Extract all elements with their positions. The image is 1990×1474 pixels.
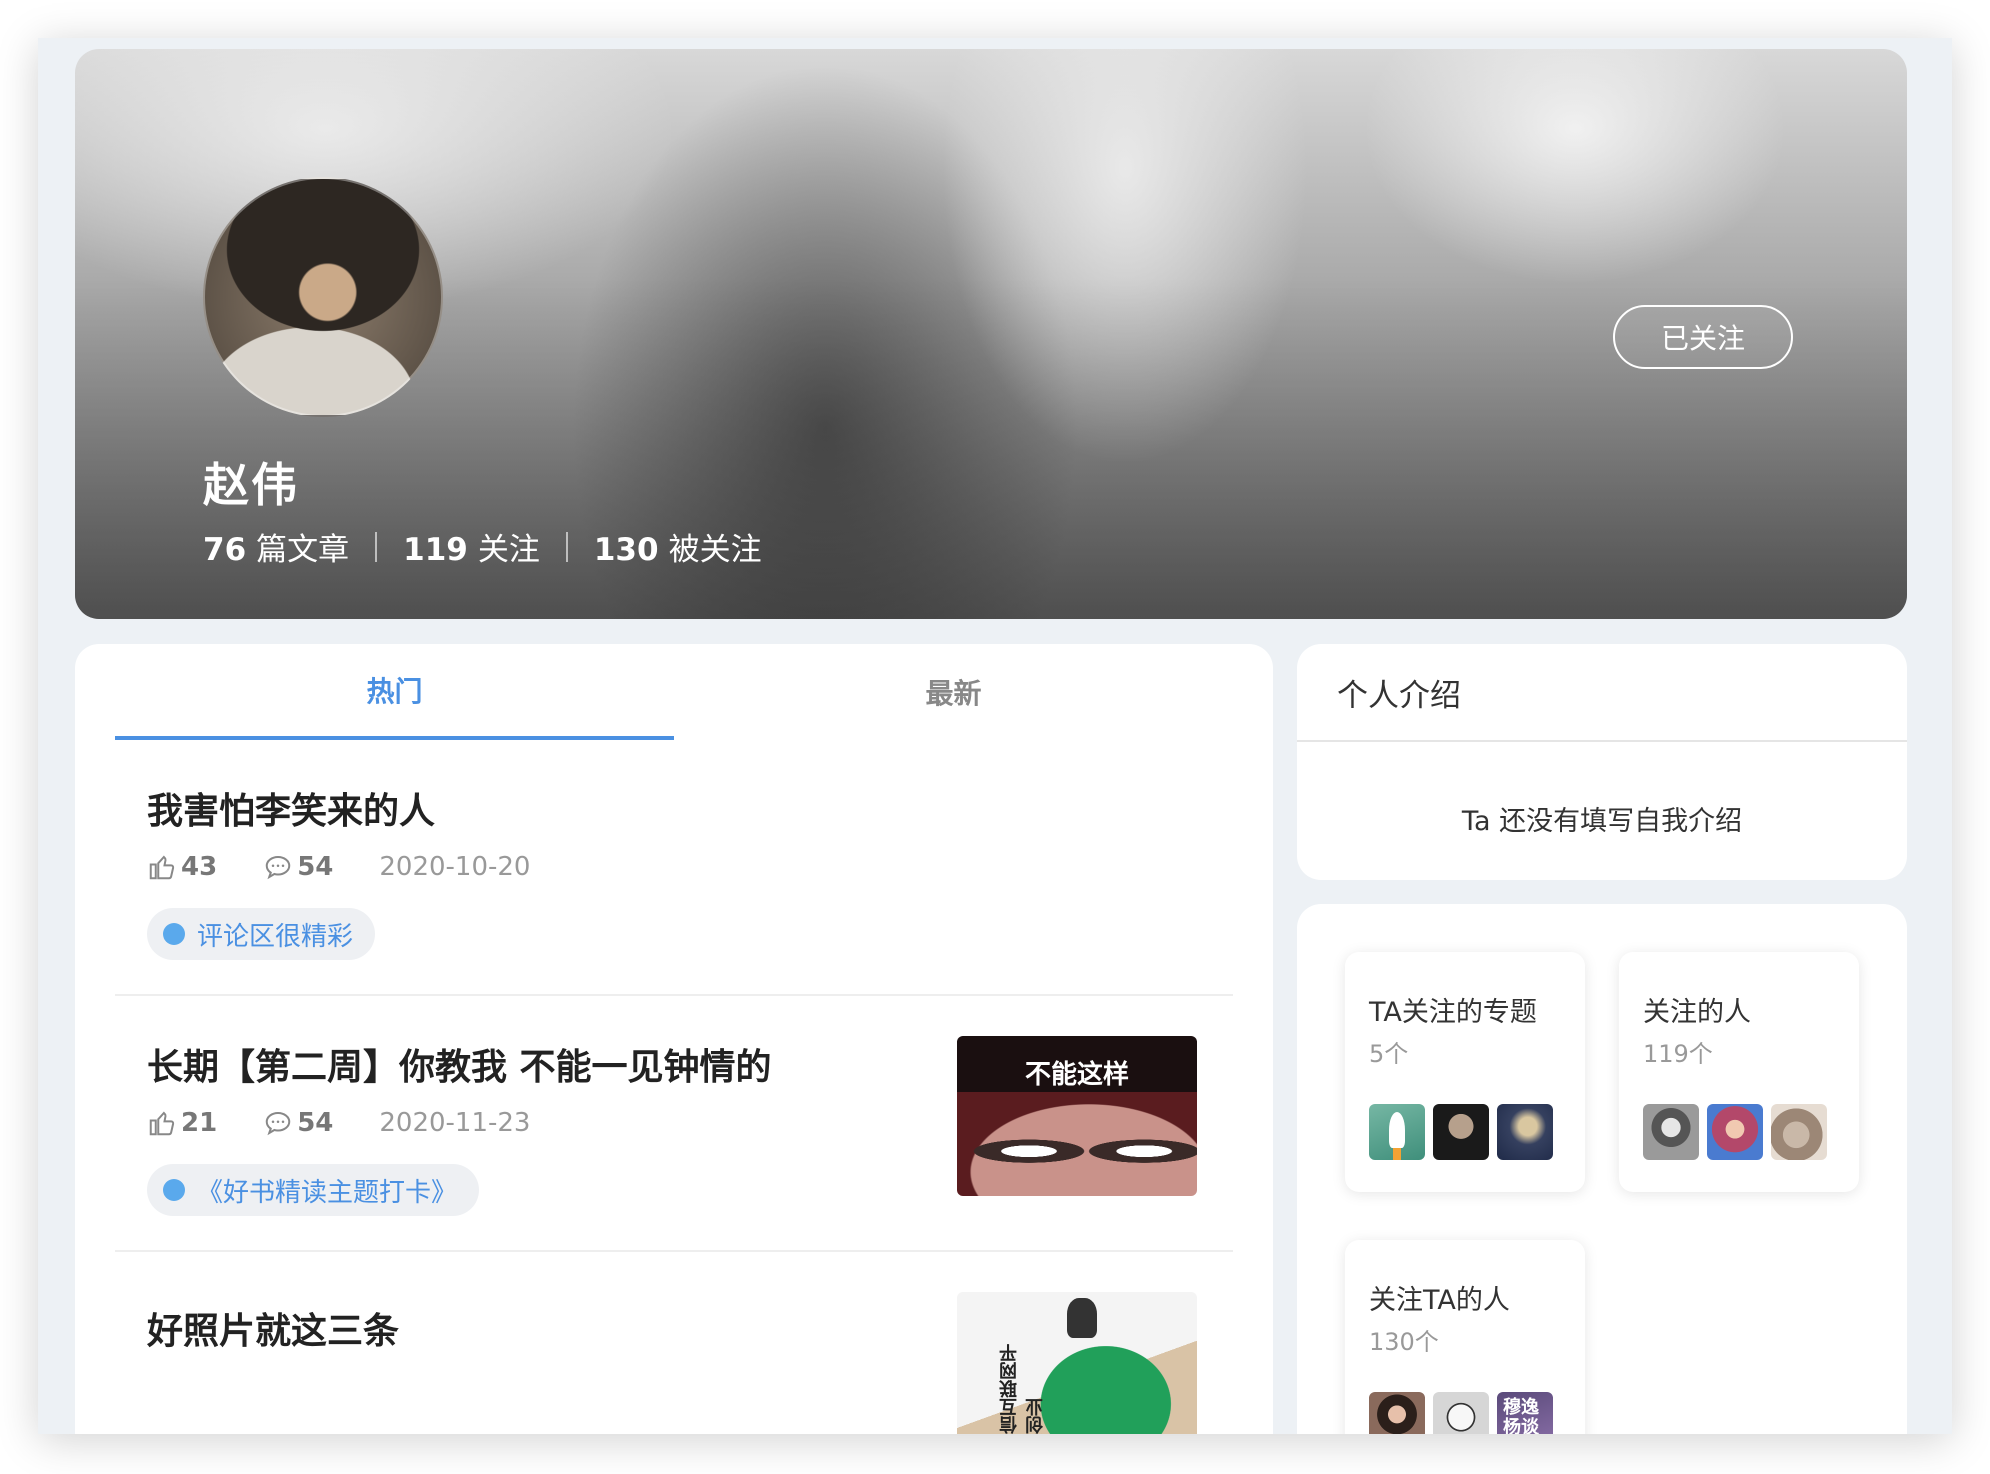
thumbs-up-icon[interactable]: [147, 852, 177, 882]
stat-following-label: 关注: [477, 532, 540, 568]
followed-button[interactable]: 已关注: [1613, 305, 1793, 369]
thumbs-up-icon[interactable]: [147, 1108, 177, 1138]
stat-followers-label: 被关注: [668, 532, 762, 568]
article-item[interactable]: 好照片就这三条 微信互联网平民创业: [115, 1252, 1233, 1434]
topic-rocket-icon[interactable]: [1369, 1104, 1425, 1160]
profile-banner: 赵伟 76 篇文章 119 关注 130 被关注 已关注: [75, 49, 1907, 619]
comment-count: 54: [297, 1108, 334, 1138]
card-title: TA关注的专题: [1369, 997, 1537, 1028]
user-avatar[interactable]: [1643, 1104, 1699, 1160]
article-thumbnail[interactable]: 微信互联网平民创业: [957, 1292, 1197, 1434]
stat-following[interactable]: 119 关注: [403, 524, 540, 569]
user-avatar[interactable]: [1771, 1104, 1827, 1160]
stat-followers[interactable]: 130 被关注: [594, 524, 762, 569]
comment-icon[interactable]: [263, 852, 293, 882]
thumbnail-caption: 微信互联网平民创业: [999, 1344, 1046, 1434]
followed-topics-card[interactable]: TA关注的专题 5个: [1345, 952, 1585, 1192]
following-card[interactable]: 关注的人 119个: [1619, 952, 1859, 1192]
article-thumbnail[interactable]: 不能这样: [957, 1036, 1197, 1196]
relations-panel: TA关注的专题 5个 关注的人 119个 关注TA的人 130个 穆逸杨谈: [1297, 904, 1907, 1434]
card-thumbnails: 穆逸杨谈: [1369, 1392, 1553, 1434]
intro-card: 个人介绍 Ta 还没有填写自我介绍: [1297, 644, 1907, 880]
article-meta: 21 54 2020-11-23: [147, 1108, 530, 1138]
figurine-shape: [1067, 1298, 1097, 1338]
intro-heading: 个人介绍: [1337, 677, 1461, 714]
article-item[interactable]: 我害怕李笑来的人 43 54 2020-10-20 评论区很精彩: [115, 740, 1233, 996]
user-avatar[interactable]: 穆逸杨谈: [1497, 1392, 1553, 1434]
profile-stats: 76 篇文章 119 关注 130 被关注: [203, 524, 762, 569]
card-thumbnails: [1369, 1104, 1553, 1160]
tag-dot-icon: [163, 923, 185, 945]
article-title[interactable]: 我害怕李笑来的人: [147, 782, 435, 834]
tag-dot-icon: [163, 1179, 185, 1201]
like-count: 21: [181, 1108, 218, 1138]
article-tabs: 热门 最新: [115, 644, 1233, 740]
article-date: 2020-10-20: [379, 852, 531, 882]
article-title[interactable]: 好照片就这三条: [147, 1302, 399, 1354]
collection-tag[interactable]: 《好书精读主题打卡》: [147, 1164, 480, 1216]
article-date: 2020-11-23: [379, 1108, 531, 1138]
stat-articles[interactable]: 76 篇文章: [203, 524, 349, 569]
intro-empty-text: Ta 还没有填写自我介绍: [1461, 806, 1743, 837]
comment-count: 54: [297, 852, 334, 882]
articles-panel: 热门 最新 我害怕李笑来的人 43 54 2020-10-20 评论区很精彩 长…: [75, 644, 1273, 1434]
thumbnail-caption: 不能这样: [1024, 1060, 1129, 1090]
tab-latest[interactable]: 最新: [674, 644, 1233, 740]
article-meta: 43 54 2020-10-20: [147, 852, 530, 882]
tab-hot[interactable]: 热门: [115, 644, 674, 740]
user-avatar[interactable]: [1707, 1104, 1763, 1160]
article-item[interactable]: 长期【第二周】你教我 不能一见钟情的 21 54 2020-11-23 《好书精…: [115, 996, 1233, 1252]
topic-avatar[interactable]: [1497, 1104, 1553, 1160]
tag-label: 评论区很精彩: [197, 921, 354, 952]
stat-articles-label: 篇文章: [256, 532, 350, 568]
card-title: 关注的人: [1643, 997, 1751, 1028]
divider: [1297, 740, 1907, 742]
stat-articles-count: 76: [203, 532, 247, 568]
article-title[interactable]: 长期【第二周】你教我 不能一见钟情的: [147, 1038, 772, 1090]
avatar-text: 穆逸杨谈: [1503, 1397, 1539, 1435]
card-count: 119个: [1643, 1040, 1713, 1068]
collection-tag[interactable]: 评论区很精彩: [147, 908, 376, 960]
card-count: 5个: [1369, 1040, 1409, 1068]
app-window: 赵伟 76 篇文章 119 关注 130 被关注 已关注 热门 最新 我害怕李笑来的人: [38, 38, 1952, 1434]
user-avatar[interactable]: [1433, 1392, 1489, 1434]
comment-icon[interactable]: [263, 1108, 293, 1138]
topic-avatar[interactable]: [1433, 1104, 1489, 1160]
card-thumbnails: [1643, 1104, 1827, 1160]
stat-divider: [565, 531, 568, 562]
avatar[interactable]: [203, 177, 443, 417]
card-count: 130个: [1369, 1328, 1439, 1356]
user-avatar[interactable]: [1369, 1392, 1425, 1434]
like-count: 43: [181, 852, 218, 882]
stat-divider: [375, 531, 378, 562]
stat-following-count: 119: [403, 532, 468, 568]
stat-followers-count: 130: [593, 532, 659, 568]
tag-label: 《好书精读主题打卡》: [197, 1177, 458, 1208]
user-name: 赵伟: [203, 458, 299, 512]
card-title: 关注TA的人: [1369, 1285, 1510, 1316]
followers-card[interactable]: 关注TA的人 130个 穆逸杨谈: [1345, 1240, 1585, 1434]
